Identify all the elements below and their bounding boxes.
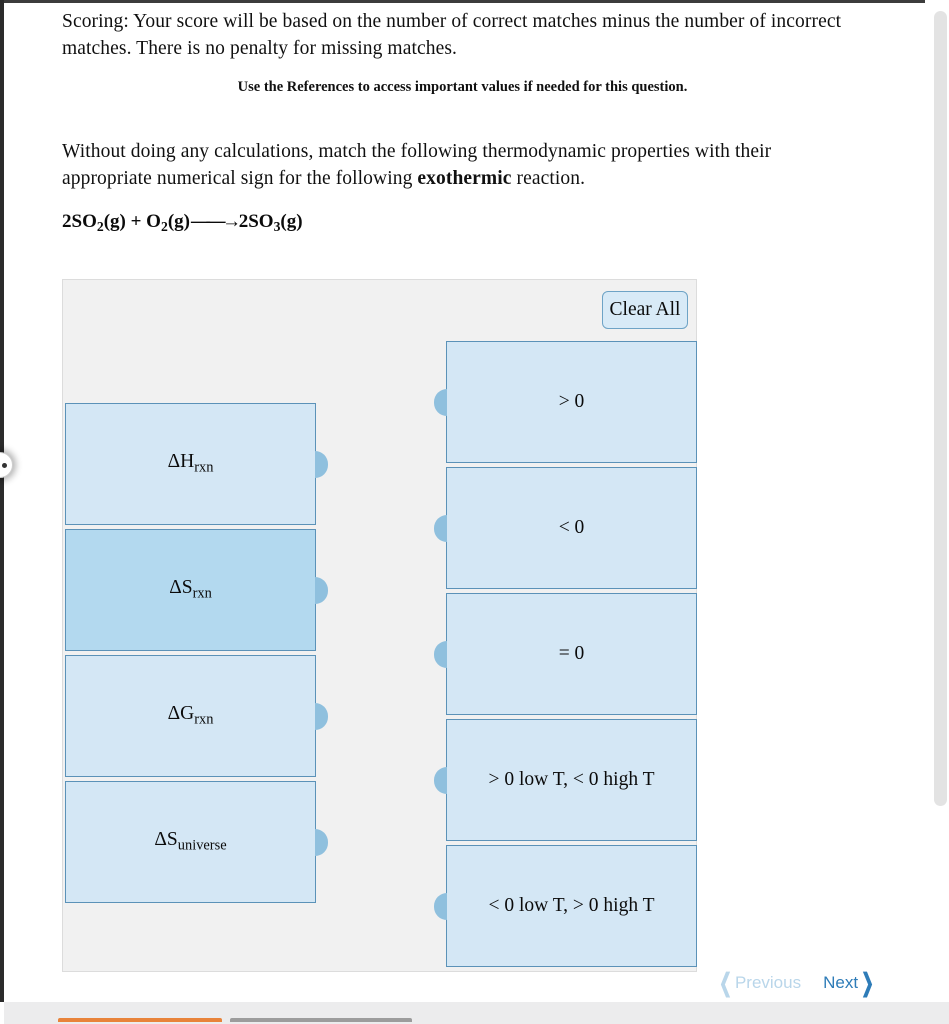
question-navigation: ❮ Previous Next ❯	[715, 966, 915, 1000]
match-term-symbol: ΔG	[167, 703, 195, 725]
match-answer-tile[interactable]: > 0 low T, < 0 high T	[434, 719, 697, 841]
match-answer-label: < 0 low T, > 0 high T	[488, 895, 655, 916]
equation-product-1: 2SO	[238, 211, 274, 232]
match-term-tile[interactable]: ΔGrxn	[65, 655, 328, 777]
match-term-symbol: ΔS	[154, 829, 178, 851]
left-tile-column: ΔHrxn ΔSrxn ΔGrxn ΔSuniverse	[65, 280, 355, 973]
question-content: Scoring: Your score will be based on the…	[0, 0, 925, 1002]
prompt-suffix: reaction.	[511, 168, 586, 189]
match-term-tile[interactable]: ΔHrxn	[65, 403, 328, 525]
matching-panel: Clear All ΔHrxn ΔSrxn ΔGrxn ΔSuniverse > 0 <…	[62, 279, 697, 972]
match-answer-tile[interactable]: = 0	[434, 593, 697, 715]
connector-nub-icon[interactable]	[434, 767, 447, 794]
match-answer-tile[interactable]: < 0 low T, > 0 high T	[434, 845, 697, 967]
scrollbar-thumb[interactable]	[934, 11, 947, 806]
match-term-label: ΔSuniverse	[154, 829, 226, 854]
match-term-symbol: ΔH	[167, 451, 195, 473]
equation-state-3: (g)	[280, 211, 303, 232]
connector-nub-icon[interactable]	[434, 515, 447, 542]
connector-nub-icon[interactable]	[434, 893, 447, 920]
match-term-subscript: rxn	[194, 459, 214, 476]
question-prompt: Without doing any calculations, match th…	[62, 138, 862, 192]
footer-secondary-button-stub[interactable]	[230, 1018, 412, 1022]
next-button-label: Next	[823, 973, 859, 992]
equation-sub-1: 2	[96, 218, 104, 234]
match-answer-label: > 0	[558, 391, 585, 412]
match-term-label: ΔGrxn	[168, 703, 214, 728]
match-answer-label: < 0	[558, 517, 585, 538]
next-button[interactable]: Next ❯	[823, 968, 878, 997]
match-term-symbol: ΔS	[169, 577, 193, 599]
match-term-subscript: universe	[177, 837, 227, 854]
prompt-emphasis: exothermic	[417, 168, 512, 189]
equation-state-1: (g) + O	[103, 211, 161, 232]
page-scrollbar[interactable]	[932, 3, 949, 1002]
chemical-equation: 2SO2(g) + O2(g)——→2SO3(g)	[62, 211, 303, 235]
match-term-tile[interactable]: ΔSrxn	[65, 529, 328, 651]
equation-sub-2: 2	[160, 218, 168, 234]
connector-nub-icon[interactable]	[315, 829, 328, 856]
previous-button[interactable]: ❮ Previous	[715, 968, 802, 997]
references-hint: Use the References to access important v…	[237, 79, 688, 95]
match-term-subscript: rxn	[194, 711, 214, 728]
match-term-subscript: rxn	[192, 585, 212, 602]
equation-state-2: (g)	[167, 211, 190, 232]
page-root: Scoring: Your score will be based on the…	[0, 0, 949, 1024]
connector-nub-icon[interactable]	[434, 389, 447, 416]
equation-reactant-1: 2SO	[62, 211, 97, 232]
connector-nub-icon[interactable]	[434, 641, 447, 668]
match-term-label: ΔSrxn	[169, 577, 212, 602]
connector-nub-icon[interactable]	[315, 703, 328, 730]
reaction-arrow-icon: ——→	[190, 211, 241, 232]
chevron-right-icon: ❯	[861, 968, 875, 997]
chevron-left-icon: ❮	[718, 968, 732, 997]
match-term-label: ΔHrxn	[168, 451, 214, 476]
previous-button-label: Previous	[734, 973, 802, 992]
right-tile-column: > 0 < 0 = 0 > 0 low T, < 0 high T < 0 low T,…	[434, 280, 736, 973]
match-answer-tile[interactable]: < 0	[434, 467, 697, 589]
match-answer-label: = 0	[558, 643, 585, 664]
connector-nub-icon[interactable]	[315, 451, 328, 478]
match-answer-tile[interactable]: > 0	[434, 341, 697, 463]
match-term-tile[interactable]: ΔSuniverse	[65, 781, 328, 903]
match-answer-label: > 0 low T, < 0 high T	[488, 769, 655, 790]
connector-nub-icon[interactable]	[315, 577, 328, 604]
footer-primary-button-stub[interactable]	[58, 1018, 222, 1022]
scoring-instructions: Scoring: Your score will be based on the…	[62, 11, 842, 59]
